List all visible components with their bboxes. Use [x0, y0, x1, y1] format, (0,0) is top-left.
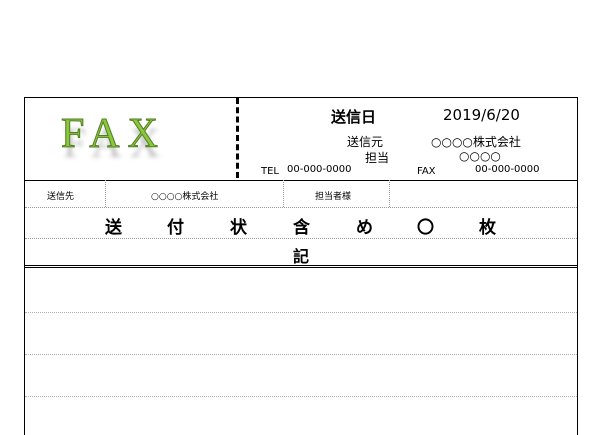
recipient-company: ○○○○株式会社 — [151, 192, 219, 202]
send-date-label: 送信日 — [331, 108, 377, 126]
recipient-label: 送信先 — [47, 192, 75, 202]
person-name: ○○○○ — [459, 149, 501, 163]
cover-char: 状 — [230, 218, 247, 238]
fax-label: FAX — [417, 166, 436, 177]
cover-char: 〇 — [417, 218, 434, 238]
cover-char: 枚 — [479, 218, 496, 238]
cover-sheet-row: 送 付 状 含 め 〇 枚 — [25, 208, 577, 239]
cover-char: 送 — [105, 218, 122, 238]
fax-cover-sheet: FAX 送信日 2019/6/20 送信元 ○○○○株式会社 担当 ○○○○ T… — [24, 97, 578, 435]
sender-company: ○○○○株式会社 — [431, 135, 521, 149]
note-row: 記 — [25, 239, 577, 268]
recipient-person: 担当者様 — [315, 192, 352, 202]
body-line — [25, 354, 577, 355]
fax-value: 00-000-0000 — [475, 164, 540, 175]
cell-divider — [105, 180, 106, 207]
body-line — [25, 312, 577, 313]
cover-char: 付 — [167, 218, 184, 238]
tel-value: 00-000-0000 — [287, 164, 352, 175]
cell-divider — [389, 180, 390, 207]
tel-label: TEL — [261, 166, 279, 177]
recipient-row: 送信先 ○○○○株式会社 担当者様 — [25, 180, 577, 208]
note-label: 記 — [293, 247, 310, 266]
cell-divider — [283, 180, 284, 207]
cover-char: 含 — [293, 218, 310, 238]
fax-logo: FAX — [61, 111, 166, 158]
cover-char: め — [356, 218, 373, 238]
fax-logo-area: FAX — [25, 98, 237, 180]
body-line — [25, 396, 577, 397]
sender-label: 送信元 — [347, 135, 384, 149]
person-label: 担当 — [365, 151, 390, 165]
header-divider — [236, 98, 239, 178]
fax-header: FAX 送信日 2019/6/20 送信元 ○○○○株式会社 担当 ○○○○ T… — [25, 98, 577, 181]
send-date-value: 2019/6/20 — [443, 106, 520, 124]
